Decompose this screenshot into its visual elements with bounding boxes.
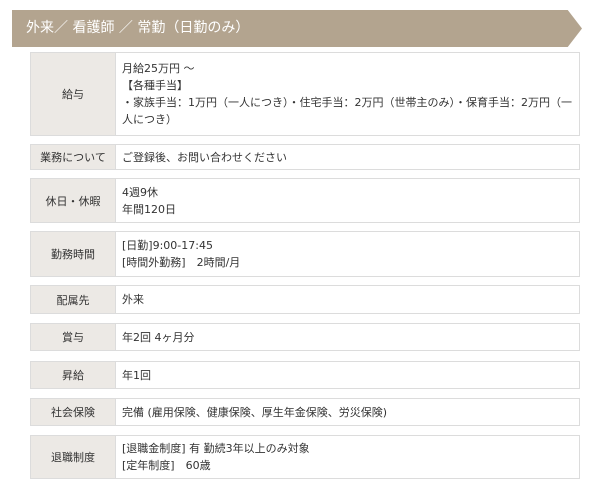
label-working-hours: 勤務時間 bbox=[31, 232, 116, 276]
bonus-line-1: 年2回 4ヶ月分 bbox=[122, 330, 195, 344]
job-title-text: 外来／ 看護師 ／ 常勤（日勤のみ） bbox=[26, 20, 250, 36]
value-salary: 月給25万円 ～ 【各種手当】 ・家族手当：1万円（一人につき）・住宅手当：2万… bbox=[116, 53, 579, 135]
row-raise: 昇給 年1回 bbox=[30, 361, 580, 389]
value-working-hours: [日勤]9:00-17:45 [時間外勤務] 2時間/月 bbox=[116, 232, 579, 276]
label-raise: 昇給 bbox=[31, 362, 116, 388]
label-social-insurance: 社会保険 bbox=[31, 399, 116, 425]
label-department: 配属先 bbox=[31, 286, 116, 313]
label-bonus: 賞与 bbox=[31, 324, 116, 350]
salary-line-2: 【各種手当】 bbox=[122, 79, 188, 92]
label-holidays: 休日・休暇 bbox=[31, 179, 116, 222]
retirement-line-1: [退職金制度] 有 勤続3年以上のみ対象 bbox=[122, 442, 310, 455]
value-retirement: [退職金制度] 有 勤続3年以上のみ対象 [定年制度] 60歳 bbox=[116, 436, 579, 478]
value-bonus: 年2回 4ヶ月分 bbox=[116, 324, 579, 350]
working-hours-line-2: [時間外勤務] 2時間/月 bbox=[122, 256, 241, 269]
row-working-hours: 勤務時間 [日勤]9:00-17:45 [時間外勤務] 2時間/月 bbox=[30, 231, 580, 277]
holidays-line-1: 4週9休 bbox=[122, 185, 158, 199]
row-bonus: 賞与 年2回 4ヶ月分 bbox=[30, 323, 580, 351]
row-social-insurance: 社会保険 完備 (雇用保険、健康保険、厚生年金保険、労災保険) bbox=[30, 398, 580, 426]
row-holidays: 休日・休暇 4週9休 年間120日 bbox=[30, 178, 580, 223]
salary-line-3: ・家族手当：1万円（一人につき）・住宅手当：2万円（世帯主のみ）・保育手当：2万… bbox=[122, 96, 572, 126]
value-department: 外来 bbox=[116, 286, 579, 313]
row-salary: 給与 月給25万円 ～ 【各種手当】 ・家族手当：1万円（一人につき）・住宅手当… bbox=[30, 52, 580, 136]
value-holidays: 4週9休 年間120日 bbox=[116, 179, 579, 222]
row-retirement: 退職制度 [退職金制度] 有 勤続3年以上のみ対象 [定年制度] 60歳 bbox=[30, 435, 580, 479]
label-retirement: 退職制度 bbox=[31, 436, 116, 478]
label-duties: 業務について bbox=[31, 145, 116, 169]
department-line-1: 外来 bbox=[122, 293, 144, 306]
row-department: 配属先 外来 bbox=[30, 285, 580, 314]
salary-line-1: 月給25万円 ～ bbox=[122, 62, 195, 75]
holidays-line-2: 年間120日 bbox=[122, 202, 176, 216]
working-hours-line-1: [日勤]9:00-17:45 bbox=[122, 239, 213, 252]
value-social-insurance: 完備 (雇用保険、健康保険、厚生年金保険、労災保険) bbox=[116, 399, 579, 425]
social-insurance-line-1: 完備 (雇用保険、健康保険、厚生年金保険、労災保険) bbox=[122, 405, 388, 419]
row-duties: 業務について ご登録後、お問い合わせください bbox=[30, 144, 580, 170]
value-duties: ご登録後、お問い合わせください bbox=[116, 145, 579, 169]
label-salary: 給与 bbox=[31, 53, 116, 135]
job-title-header: 外来／ 看護師 ／ 常勤（日勤のみ） bbox=[12, 10, 582, 47]
value-raise: 年1回 bbox=[116, 362, 579, 388]
duties-line-1: ご登録後、お問い合わせください bbox=[122, 150, 287, 164]
raise-line-1: 年1回 bbox=[122, 368, 151, 382]
retirement-line-2: [定年制度] 60歳 bbox=[122, 459, 211, 472]
